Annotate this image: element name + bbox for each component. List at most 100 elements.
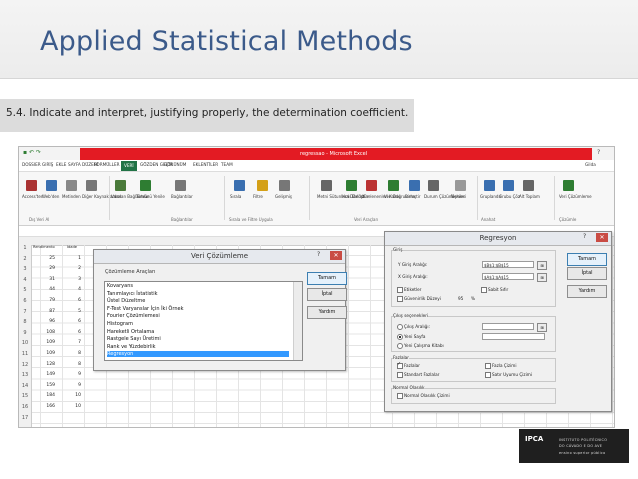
y-range-input[interactable]: $B$1:$B$15 bbox=[482, 261, 534, 268]
table-cell[interactable]: 9 bbox=[63, 383, 81, 388]
ok-button[interactable]: Tamam bbox=[567, 253, 607, 266]
table-cell[interactable]: 184 bbox=[37, 393, 55, 398]
table-cell[interactable]: 44 bbox=[37, 287, 55, 292]
ribbon-item-icon[interactable] bbox=[46, 180, 57, 191]
table-cell[interactable]: 109 bbox=[37, 351, 55, 356]
row-number[interactable]: 5 bbox=[19, 287, 31, 294]
user-name[interactable]: Gilda bbox=[585, 162, 596, 167]
ribbon-item-icon[interactable] bbox=[366, 180, 377, 191]
help-icon[interactable]: ? bbox=[583, 233, 586, 240]
table-cell[interactable]: 128 bbox=[37, 362, 55, 367]
ribbon-item-icon[interactable] bbox=[26, 180, 37, 191]
tab-0[interactable]: DOSSIER bbox=[22, 162, 41, 167]
ribbon-item-icon[interactable] bbox=[279, 180, 290, 191]
list-item[interactable]: F-Test Varyanslar İçin İki Örnek bbox=[107, 306, 183, 312]
analysis-tools-list[interactable]: Kovaryans Tanımlayıcı İstatistik Üstel Düz… bbox=[104, 281, 303, 361]
help-button[interactable]: Yardım bbox=[307, 306, 347, 319]
list-item[interactable]: Hareketli Ortalama bbox=[107, 329, 154, 335]
table-cell[interactable]: 7 bbox=[63, 340, 81, 345]
ribbon-item-icon[interactable] bbox=[346, 180, 357, 191]
labels-checkbox[interactable] bbox=[397, 287, 403, 293]
close-icon[interactable]: ✕ bbox=[330, 251, 342, 260]
ribbon-item-icon[interactable] bbox=[563, 180, 574, 191]
ribbon-item-icon[interactable] bbox=[409, 180, 420, 191]
window-controls-icon[interactable]: ? bbox=[597, 149, 600, 156]
list-item[interactable]: Rank ve Yüzdebirlik bbox=[107, 344, 156, 350]
x-range-input[interactable]: $A$1:$A$15 bbox=[482, 273, 534, 280]
ribbon-item-icon[interactable] bbox=[428, 180, 439, 191]
table-cell[interactable]: 10 bbox=[63, 404, 81, 409]
ribbon-item-icon[interactable] bbox=[321, 180, 332, 191]
range-picker-icon[interactable]: ⊞ bbox=[537, 261, 547, 270]
table-cell[interactable]: 31 bbox=[37, 277, 55, 282]
tab-4[interactable]: FORMÜLLER bbox=[94, 162, 120, 167]
table-cell[interactable]: 9 bbox=[63, 372, 81, 377]
row-number[interactable]: 9 bbox=[19, 329, 31, 336]
table-cell[interactable]: 6 bbox=[63, 298, 81, 303]
cell-header-a[interactable]: Rendimento bbox=[33, 245, 55, 249]
help-button[interactable]: Yardım bbox=[567, 285, 607, 298]
list-item[interactable]: Üstel Düzeltme bbox=[107, 298, 145, 304]
tab-7[interactable]: GÖRÜNÜM bbox=[164, 162, 186, 167]
table-cell[interactable]: 87 bbox=[37, 309, 55, 314]
row-number[interactable]: 17 bbox=[19, 414, 31, 421]
range-picker-icon[interactable]: ⊞ bbox=[537, 323, 547, 332]
list-item[interactable]: Tanımlayıcı İstatistik bbox=[107, 291, 158, 297]
line-fit-checkbox[interactable] bbox=[485, 372, 491, 378]
table-cell[interactable]: 10 bbox=[63, 393, 81, 398]
confidence-checkbox[interactable] bbox=[397, 296, 403, 302]
table-cell[interactable]: 6 bbox=[63, 330, 81, 335]
range-picker-icon[interactable]: ⊞ bbox=[537, 273, 547, 282]
table-cell[interactable]: 79 bbox=[37, 298, 55, 303]
help-icon[interactable]: ? bbox=[317, 251, 320, 258]
row-number[interactable]: 14 bbox=[19, 382, 31, 389]
new-sheet-radio[interactable] bbox=[397, 334, 403, 340]
ribbon-item-icon[interactable] bbox=[503, 180, 514, 191]
tab-5[interactable]: VERİ bbox=[121, 161, 137, 171]
ribbon-item-icon[interactable] bbox=[455, 180, 466, 191]
list-item[interactable]: Regresyon bbox=[107, 351, 289, 358]
list-item[interactable]: Kovaryans bbox=[107, 283, 133, 289]
row-number[interactable]: 11 bbox=[19, 351, 31, 357]
row-number[interactable]: 12 bbox=[19, 361, 31, 368]
ribbon-item-icon[interactable] bbox=[66, 180, 77, 191]
table-cell[interactable]: 8 bbox=[63, 351, 81, 356]
std-residuals-checkbox[interactable] bbox=[397, 372, 403, 378]
row-number[interactable]: 10 bbox=[19, 340, 31, 347]
ok-button[interactable]: Tamam bbox=[307, 272, 347, 285]
output-range-radio[interactable] bbox=[397, 324, 403, 330]
list-item[interactable]: Rastgele Sayı Üretimi bbox=[107, 336, 161, 342]
save-icon[interactable]: ▪ ↶ ↷ bbox=[23, 149, 41, 156]
row-number[interactable]: 1 bbox=[19, 245, 31, 251]
row-number[interactable]: 13 bbox=[19, 372, 31, 379]
ribbon-item-icon[interactable] bbox=[140, 180, 151, 191]
tab-8[interactable]: EKLENTİLER bbox=[193, 162, 218, 167]
table-cell[interactable]: 6 bbox=[63, 319, 81, 324]
residual-plots-checkbox[interactable] bbox=[485, 363, 491, 369]
ribbon-item-icon[interactable] bbox=[115, 180, 126, 191]
table-cell[interactable]: 8 bbox=[63, 362, 81, 367]
row-number[interactable]: 15 bbox=[19, 393, 31, 400]
ribbon-item-icon[interactable] bbox=[257, 180, 268, 191]
cancel-button[interactable]: İptal bbox=[567, 267, 607, 280]
ribbon-item-icon[interactable] bbox=[175, 180, 186, 191]
row-number[interactable]: 6 bbox=[19, 298, 31, 304]
tab-9[interactable]: TEAM bbox=[221, 162, 233, 167]
tab-1[interactable]: GIRİŞ bbox=[42, 162, 53, 167]
close-icon[interactable]: ✕ bbox=[596, 233, 608, 242]
table-cell[interactable]: 3 bbox=[63, 277, 81, 282]
list-scrollbar[interactable] bbox=[293, 282, 302, 360]
row-number[interactable]: 8 bbox=[19, 319, 31, 326]
new-workbook-radio[interactable] bbox=[397, 343, 403, 349]
confidence-value[interactable]: 95 bbox=[458, 296, 463, 301]
ribbon-item-icon[interactable] bbox=[388, 180, 399, 191]
row-number[interactable]: 3 bbox=[19, 266, 31, 273]
row-number[interactable]: 7 bbox=[19, 308, 31, 315]
new-sheet-input[interactable] bbox=[482, 333, 545, 340]
cell-header-b[interactable]: Idade bbox=[59, 245, 77, 249]
residuals-checkbox[interactable] bbox=[397, 361, 403, 369]
normal-plots-checkbox[interactable] bbox=[397, 393, 403, 399]
row-number[interactable]: 16 bbox=[19, 404, 31, 410]
ribbon-item-icon[interactable] bbox=[86, 180, 97, 191]
cancel-button[interactable]: İptal bbox=[307, 288, 347, 301]
